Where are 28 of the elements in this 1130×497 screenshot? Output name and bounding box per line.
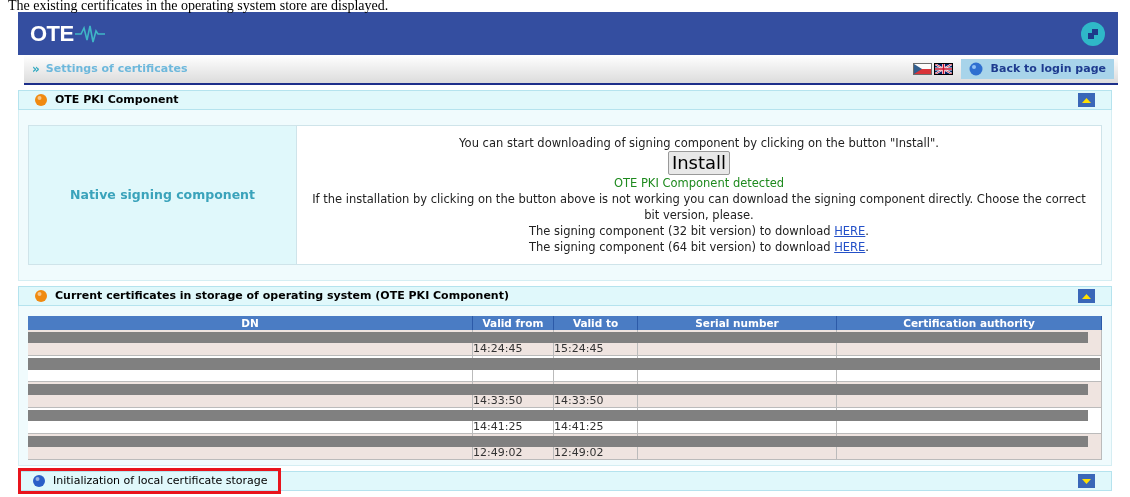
status-text: OTE PKI Component detected <box>613 175 785 191</box>
section-title[interactable]: Initialization of local certificate storage <box>53 472 268 490</box>
ball-icon <box>33 475 45 487</box>
section-title[interactable]: OTE PKI Component <box>55 91 179 109</box>
ball-icon <box>35 94 47 106</box>
triangle-up-icon <box>1082 293 1091 299</box>
caption-text: The existing certificates in the operating system store are displayed. <box>7 0 390 12</box>
back-to-login-button[interactable]: Back to login page <box>960 59 1114 79</box>
logo-text: OTE <box>30 20 74 48</box>
expand-button[interactable] <box>1078 474 1095 488</box>
collapse-button[interactable] <box>1078 289 1095 303</box>
czech-flag-icon[interactable] <box>912 63 932 75</box>
component-label: Native signing component <box>29 126 297 264</box>
collapse-button[interactable] <box>1078 93 1095 107</box>
chevron-marker: » <box>32 61 40 78</box>
download-text: The signing component (32 bit version) to download HERE. <box>529 223 869 239</box>
pulse-wave-icon <box>74 24 105 43</box>
section-title[interactable]: Current certificates in storage of operating system (OTE PKI Component) <box>55 287 509 305</box>
ball-icon <box>35 290 47 302</box>
intro-text: You can start downloading of signing component by clicking on the button "Install". <box>459 135 939 151</box>
globe-icon <box>968 62 983 76</box>
download-text: The signing component (64 bit version) to download HERE. <box>529 239 869 255</box>
triangle-up-icon <box>1082 97 1091 103</box>
install-button[interactable]: Install <box>667 151 731 175</box>
window-icon[interactable] <box>1080 20 1106 47</box>
note-text: If the installation by clicking on the button above is not working you can download the signing component directly. Choose the correct bit version, please. <box>311 191 1087 223</box>
triangle-down-icon <box>1082 478 1091 484</box>
uk-flag-icon[interactable] <box>933 63 953 75</box>
